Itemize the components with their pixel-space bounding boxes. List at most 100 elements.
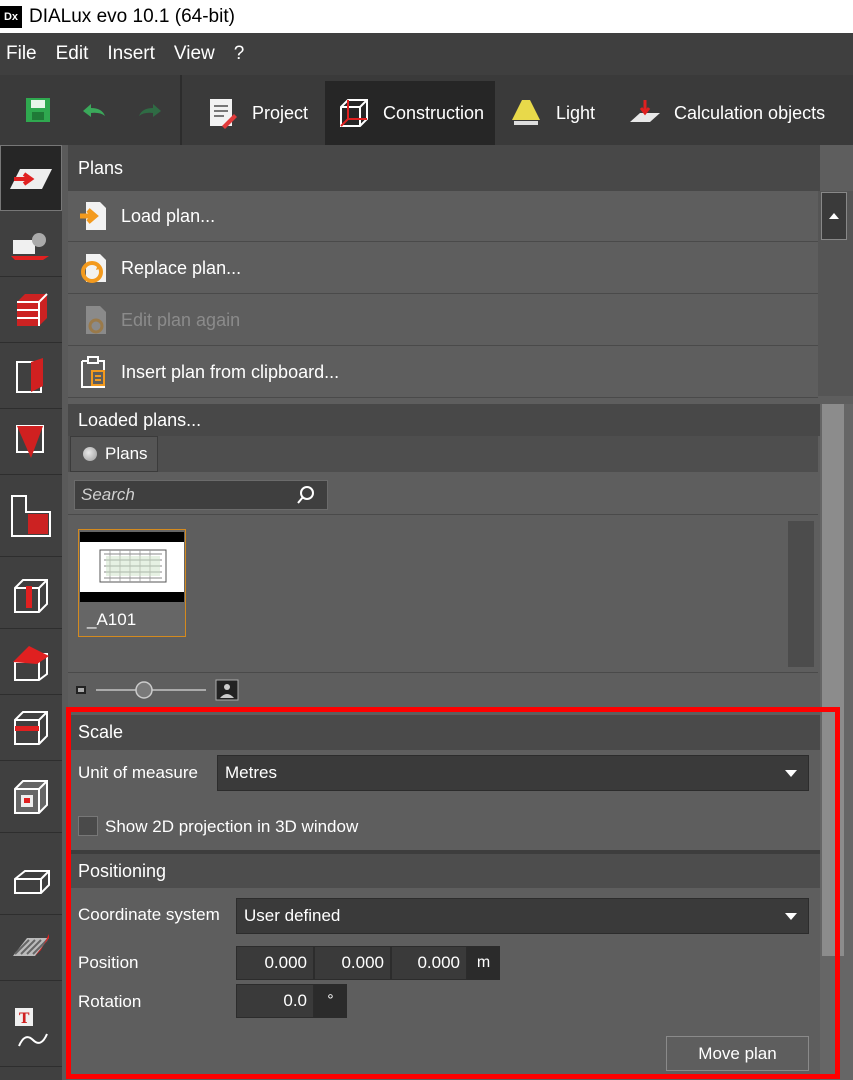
main-toolbar: Project Construction Light Calculation o… [0, 75, 853, 145]
show-2d-projection-checkbox[interactable] [78, 816, 98, 836]
position-unit: m [467, 946, 500, 980]
thumbnail-size-slider[interactable] [68, 673, 248, 706]
tab-light[interactable]: Light [510, 81, 620, 145]
plan-thumbnail[interactable]: _A101 [78, 529, 186, 637]
loaded-plans-header: Loaded plans... [68, 404, 820, 436]
storey-cube-icon [17, 292, 48, 326]
sidebar-item-room-element[interactable] [0, 409, 62, 475]
insert-plan-from-clipboard-button[interactable]: Insert plan from clipboard... [68, 347, 818, 398]
sidebar-item-text-annotation[interactable]: T [0, 991, 62, 1067]
sidebar-item-storey[interactable] [0, 277, 62, 343]
replace-plan-button[interactable]: Replace plan... [68, 243, 818, 294]
tab-calculation-objects-label: Calculation objects [674, 102, 826, 123]
sidebar-item-furniture[interactable] [0, 849, 62, 915]
plan-name: _A101 [87, 610, 137, 629]
tab-construction[interactable]: Construction [325, 81, 495, 145]
text-annotation-icon: T [15, 1007, 48, 1046]
actions-scrollbar[interactable] [818, 191, 853, 396]
unit-of-measure-label: Unit of measure [78, 763, 198, 782]
coordinate-system-select[interactable]: User defined [236, 898, 809, 934]
sidebar-item-import-objects[interactable] [0, 211, 62, 277]
redo-icon[interactable] [136, 97, 164, 123]
roof-cube-icon [13, 645, 49, 681]
search-icon[interactable] [295, 484, 317, 506]
insert-plan-from-clipboard-label: Insert plan from clipboard... [121, 361, 340, 382]
edit-plan-again-button[interactable]: Edit plan again [68, 295, 818, 346]
position-x-input[interactable]: 0.000 [236, 946, 314, 980]
sidebar-item-wall[interactable] [0, 343, 62, 409]
load-plan-icon [80, 202, 106, 230]
floor-outline-icon [11, 494, 51, 537]
replace-plan-icon [81, 254, 106, 283]
room-element-icon [16, 424, 44, 458]
sidebar-item-surface[interactable] [0, 915, 62, 981]
scale-header: Scale [68, 715, 820, 750]
surface-hatch-icon [13, 933, 49, 956]
search-box [74, 480, 328, 510]
ceiling-cube-icon [14, 710, 48, 745]
sidebar-item-extrude[interactable] [0, 563, 62, 629]
plan-preview-image [80, 532, 184, 602]
coordinate-system-value: User defined [244, 906, 341, 925]
search-row [68, 472, 818, 514]
rotation-unit: ° [314, 984, 347, 1018]
plans-panel: Plans Load plan... Replace plan... Edit … [68, 145, 853, 1080]
undo-icon[interactable] [80, 97, 108, 123]
coordinate-system-label: Coordinate system [78, 905, 220, 924]
position-z-input[interactable]: 0.000 [391, 946, 467, 980]
furniture-box-icon [14, 869, 50, 894]
plans-gallery: _A101 [68, 514, 818, 672]
unit-of-measure-select[interactable]: Metres [217, 755, 809, 791]
calculation-objects-icon [630, 100, 660, 122]
tab-plans[interactable]: Plans [70, 436, 158, 472]
svg-text:T: T [19, 1011, 30, 1027]
tab-construction-label: Construction [383, 102, 485, 123]
search-input[interactable] [75, 485, 295, 505]
menu-view[interactable]: View [168, 43, 228, 65]
menu-bar: File Edit Insert View ? [0, 33, 853, 75]
save-icon[interactable] [24, 97, 52, 123]
gallery-scrollbar[interactable] [788, 521, 814, 667]
wall-panel-icon [16, 357, 43, 393]
loaded-plans-tabbar: Plans [68, 436, 818, 472]
dialux-logo: Dx [0, 5, 22, 28]
window-cube-icon [14, 779, 48, 814]
tab-plans-label: Plans [105, 444, 148, 463]
unit-of-measure-value: Metres [225, 763, 277, 782]
move-plan-button[interactable]: Move plan [666, 1036, 809, 1071]
tab-project[interactable]: Project [194, 81, 322, 145]
menu-file[interactable]: File [0, 43, 50, 65]
load-plan-label: Load plan... [121, 205, 216, 226]
load-plan-button[interactable]: Load plan... [68, 191, 818, 242]
chevron-up-icon [829, 213, 839, 219]
thumbnail-size-row [68, 672, 818, 705]
chevron-down-icon [774, 899, 808, 933]
position-label: Position [78, 953, 139, 972]
title-bar: Dx DIALux evo 10.1 (64-bit) [0, 0, 853, 33]
edit-plan-icon [86, 306, 106, 334]
extrude-cube-icon [14, 578, 48, 613]
rotation-label: Rotation [78, 992, 142, 1011]
clipboard-icon [81, 356, 105, 388]
menu-help[interactable]: ? [228, 43, 258, 65]
menu-insert[interactable]: Insert [101, 43, 168, 65]
import-object-icon [11, 232, 49, 260]
show-2d-projection-label: Show 2D projection in 3D window [105, 817, 359, 836]
tab-calculation-objects[interactable]: Calculation objects [628, 81, 848, 145]
window-title: DIALux evo 10.1 (64-bit) [29, 5, 235, 27]
rotation-input[interactable]: 0.0 [236, 984, 314, 1018]
sidebar-item-ceiling[interactable] [0, 695, 62, 761]
position-y-input[interactable]: 0.000 [314, 946, 391, 980]
panel-scrollbar-thumb[interactable] [822, 404, 844, 956]
sidebar-item-roof[interactable] [0, 629, 62, 695]
sidebar-item-plans[interactable] [0, 145, 62, 211]
sidebar-item-window[interactable] [0, 761, 62, 833]
tab-light-label: Light [556, 102, 596, 123]
panel-scrollbar[interactable] [820, 404, 853, 1080]
project-icon [210, 99, 237, 129]
sidebar-item-floor-outline[interactable] [0, 475, 62, 557]
replace-plan-label: Replace plan... [121, 257, 242, 278]
scroll-up-button[interactable] [821, 192, 847, 240]
menu-edit[interactable]: Edit [50, 43, 102, 65]
construction-cube-icon [340, 99, 368, 127]
